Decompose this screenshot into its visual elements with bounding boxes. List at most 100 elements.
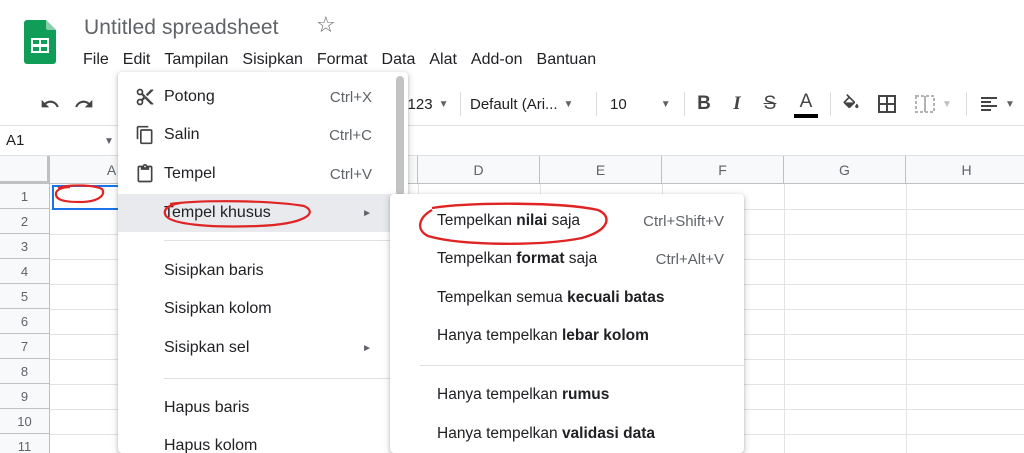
scissors-icon bbox=[134, 86, 156, 108]
column-header-g[interactable]: G bbox=[784, 156, 906, 184]
text-color-swatch bbox=[794, 114, 818, 118]
menu-divider bbox=[420, 365, 744, 366]
menu-item-cut[interactable]: Potong Ctrl+X bbox=[118, 78, 408, 116]
row-header-3[interactable]: 3 bbox=[0, 234, 50, 259]
merge-cells-icon[interactable]: ▼ bbox=[910, 82, 956, 126]
menu-format[interactable]: Format bbox=[310, 48, 375, 72]
fill-color-icon[interactable] bbox=[838, 82, 864, 126]
font-size-select[interactable]: 10 ▼ bbox=[604, 82, 676, 126]
paste-data-validation-item[interactable]: Hanya tempelkan validasi data bbox=[390, 415, 744, 453]
menu-help[interactable]: Bantuan bbox=[530, 48, 604, 72]
menu-item-insert-cells[interactable]: Sisipkan sel ► bbox=[118, 329, 408, 367]
row-header-9[interactable]: 9 bbox=[0, 384, 50, 409]
label-text: Tempelkan semua bbox=[437, 289, 568, 306]
row-header-4[interactable]: 4 bbox=[0, 259, 50, 284]
toolbar-divider bbox=[460, 92, 461, 116]
row-header-1[interactable]: 1 bbox=[0, 184, 50, 209]
horizontal-align-icon[interactable]: ▼ bbox=[974, 82, 1020, 126]
text-color-button[interactable]: A bbox=[792, 82, 820, 126]
menu-item-label: Sisipkan kolom bbox=[164, 300, 272, 317]
menu-divider bbox=[164, 378, 390, 379]
row-header-8[interactable]: 8 bbox=[0, 359, 50, 384]
menu-item-insert-row[interactable]: Sisipkan baris bbox=[118, 252, 408, 290]
redo-icon[interactable] bbox=[70, 82, 98, 126]
menu-tools[interactable]: Alat bbox=[422, 48, 464, 72]
column-header-e[interactable]: E bbox=[540, 156, 662, 184]
document-title[interactable]: Untitled spreadsheet bbox=[84, 16, 279, 40]
bold-button[interactable]: B bbox=[692, 82, 716, 126]
font-family-select[interactable]: Default (Ari... ▼ bbox=[470, 82, 588, 126]
menu-item-paste-special[interactable]: Tempel khusus ► bbox=[118, 194, 408, 232]
app-header: Untitled spreadsheet ☆ File Edit Tampila… bbox=[0, 0, 1024, 82]
borders-icon[interactable] bbox=[874, 82, 900, 126]
menu-item-copy[interactable]: Salin Ctrl+C bbox=[118, 116, 408, 154]
menu-item-shortcut: Ctrl+X bbox=[329, 88, 372, 106]
menu-data[interactable]: Data bbox=[375, 48, 423, 72]
menu-item-label: Potong bbox=[164, 88, 215, 105]
row-header-11[interactable]: 11 bbox=[0, 434, 50, 453]
row-header-5[interactable]: 5 bbox=[0, 284, 50, 309]
paste-format-only-item[interactable]: Tempelkan format saja Ctrl+Alt+V bbox=[390, 240, 744, 278]
paste-formula-only-item[interactable]: Hanya tempelkan rumus bbox=[390, 376, 744, 414]
chevron-down-icon: ▼ bbox=[563, 98, 574, 110]
text-color-icon: A bbox=[799, 91, 813, 112]
undo-icon[interactable] bbox=[36, 82, 64, 126]
menu-item-label: Tempel khusus bbox=[164, 204, 271, 221]
menu-view[interactable]: Tampilan bbox=[157, 48, 235, 72]
column-header-h[interactable]: H bbox=[906, 156, 1024, 184]
menu-item-insert-column[interactable]: Sisipkan kolom bbox=[118, 290, 408, 328]
clipboard-icon bbox=[134, 163, 156, 185]
menu-item-label: Sisipkan sel bbox=[164, 339, 250, 356]
menu-item-shortcut: Ctrl+V bbox=[329, 165, 372, 183]
paste-column-widths-item[interactable]: Hanya tempelkan lebar kolom bbox=[390, 317, 744, 355]
column-header-d[interactable]: D bbox=[418, 156, 540, 184]
menu-item-paste[interactable]: Tempel Ctrl+V bbox=[118, 155, 408, 193]
menu-item-label: Sisipkan baris bbox=[164, 262, 264, 279]
chevron-down-icon: ▼ bbox=[660, 98, 671, 110]
label-text: saja bbox=[547, 212, 581, 229]
menu-item-label: Hapus baris bbox=[164, 399, 250, 416]
menu-file[interactable]: File bbox=[76, 48, 116, 72]
font-family-value: Default (Ari... bbox=[470, 95, 558, 113]
edit-menu: Potong Ctrl+X Salin Ctrl+C Tempel Ctrl+V… bbox=[118, 72, 408, 453]
sheets-logo-icon[interactable] bbox=[24, 20, 56, 64]
label-emphasis: kecuali batas bbox=[567, 289, 665, 306]
italic-button[interactable]: I bbox=[725, 82, 749, 126]
paste-values-only-item[interactable]: Tempelkan nilai saja Ctrl+Shift+V bbox=[390, 202, 744, 240]
toolbar-divider bbox=[830, 92, 831, 116]
menu-insert[interactable]: Sisipkan bbox=[235, 48, 309, 72]
name-box[interactable]: A1 bbox=[6, 132, 24, 149]
selected-cell-a1[interactable] bbox=[52, 185, 120, 210]
strikethrough-button[interactable]: S bbox=[758, 82, 782, 126]
row-header-6[interactable]: 6 bbox=[0, 309, 50, 334]
chevron-down-icon: ▼ bbox=[1005, 98, 1015, 110]
menu-item-label: Hanya tempelkan validasi data bbox=[437, 425, 655, 443]
label-text: saja bbox=[564, 250, 598, 267]
paste-all-except-borders-item[interactable]: Tempelkan semua kecuali batas bbox=[390, 279, 744, 317]
label-emphasis: format bbox=[516, 250, 565, 267]
star-icon[interactable]: ☆ bbox=[316, 14, 336, 36]
row-header-7[interactable]: 7 bbox=[0, 334, 50, 359]
number-format-button[interactable]: 123 ▼ bbox=[407, 82, 449, 126]
menu-item-label: Tempelkan semua kecuali batas bbox=[437, 289, 664, 307]
number-format-label: 123 bbox=[407, 95, 433, 113]
row-header-2[interactable]: 2 bbox=[0, 209, 50, 234]
menu-item-label: Hanya tempelkan rumus bbox=[437, 386, 609, 404]
font-size-value: 10 bbox=[610, 95, 627, 113]
menu-addons[interactable]: Add-on bbox=[464, 48, 530, 72]
column-header-f[interactable]: F bbox=[662, 156, 784, 184]
label-emphasis: lebar kolom bbox=[561, 327, 649, 344]
menu-item-delete-row[interactable]: Hapus baris bbox=[118, 389, 408, 427]
chevron-down-icon[interactable]: ▼ bbox=[104, 136, 114, 147]
menu-edit[interactable]: Edit bbox=[116, 48, 158, 72]
toolbar-divider bbox=[966, 92, 967, 116]
menu-item-shortcut: Ctrl+C bbox=[329, 126, 372, 144]
menu-item-delete-column[interactable]: Hapus kolom bbox=[118, 427, 408, 453]
chevron-down-icon: ▼ bbox=[438, 98, 449, 110]
toolbar-divider bbox=[596, 92, 597, 116]
menu-item-label: Tempelkan format saja bbox=[437, 250, 597, 268]
select-all-corner[interactable] bbox=[0, 156, 50, 184]
menu-item-label: Hapus kolom bbox=[164, 437, 258, 453]
row-header-10[interactable]: 10 bbox=[0, 409, 50, 434]
grid-line bbox=[906, 184, 907, 453]
